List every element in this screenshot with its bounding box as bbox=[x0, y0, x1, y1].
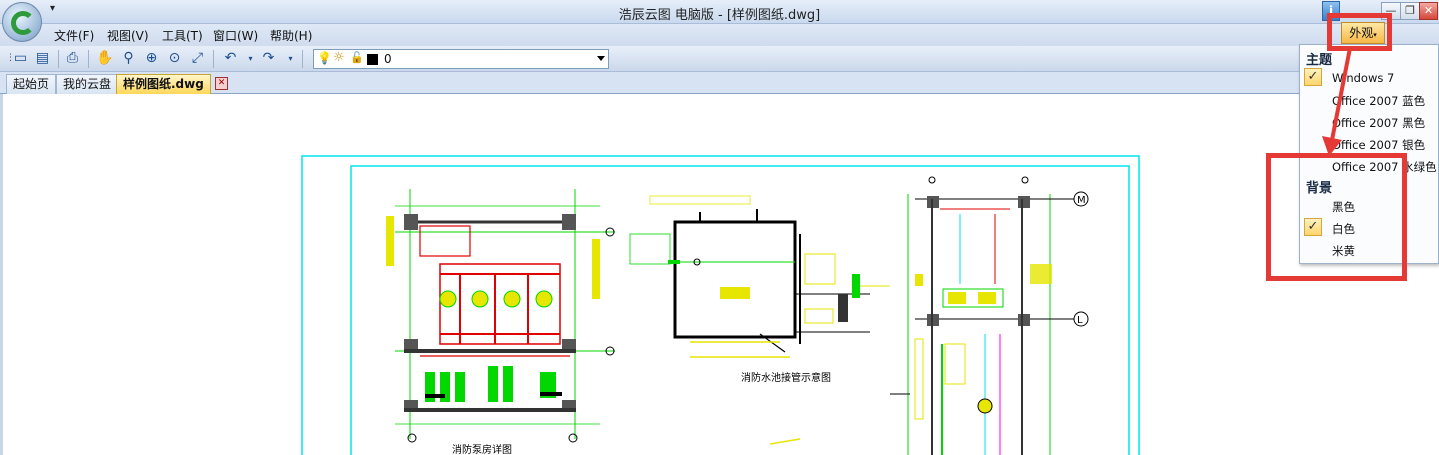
menu-bar: 文件(F) 视图(V) 工具(T) 窗口(W) 帮助(H) – ❐ ✕ bbox=[0, 24, 1439, 65]
chevron-down-icon[interactable] bbox=[597, 56, 605, 61]
background-option[interactable]: 米黄 bbox=[1332, 243, 1355, 259]
logo-g-icon bbox=[11, 11, 35, 35]
menu-file[interactable]: 文件(F) bbox=[54, 27, 94, 44]
maximize-button[interactable]: ❐ bbox=[1400, 2, 1420, 20]
pump-room-plan bbox=[386, 189, 615, 443]
appearance-label: 外观 bbox=[1349, 26, 1374, 40]
open-file-icon[interactable]: ▭ bbox=[12, 50, 29, 67]
lightbulb-icon: 💡 bbox=[317, 51, 332, 65]
toolbar-separator bbox=[58, 50, 59, 68]
app-window: ▾ 浩辰云图 电脑版 - [样例图纸.dwg] i — ❐ ✕ 文件(F) 视图… bbox=[0, 0, 1439, 455]
pan-hand-icon[interactable]: ✋ bbox=[96, 50, 113, 67]
tab-sample-drawing[interactable]: 样例图纸.dwg bbox=[116, 74, 211, 94]
zoom-extents-icon[interactable]: ⤢ bbox=[189, 50, 206, 67]
water-tank-section bbox=[629, 195, 870, 358]
menu-tools[interactable]: 工具(T) bbox=[162, 27, 203, 44]
axis-marker-l: L bbox=[1077, 315, 1083, 326]
undo-dropdown-icon[interactable]: ▾ bbox=[242, 50, 259, 67]
zoom-window-icon[interactable]: ⊙ bbox=[166, 50, 183, 67]
tab-my-cloud[interactable]: 我的云盘 bbox=[56, 74, 119, 94]
water-tank-label: 消防水池接管示意图 bbox=[741, 371, 831, 384]
save-as-icon[interactable]: ▤ bbox=[34, 50, 51, 67]
minimize-button[interactable]: — bbox=[1381, 2, 1401, 20]
background-option[interactable]: 黑色 bbox=[1332, 199, 1355, 215]
undo-icon[interactable]: ↶ bbox=[222, 50, 239, 67]
close-button[interactable]: ✕ bbox=[1419, 2, 1438, 20]
cad-drawing: 消防泵房详图 消防水池接管示意图 M L bbox=[301, 155, 1140, 455]
toolbar-separator bbox=[213, 50, 214, 68]
lock-icon: 🔓 bbox=[350, 51, 364, 64]
app-logo-button[interactable] bbox=[2, 2, 42, 42]
tab-start-page[interactable]: 起始页 bbox=[6, 74, 57, 94]
redo-icon[interactable]: ↷ bbox=[260, 50, 277, 67]
layer-selector[interactable]: 💡 ☼ 🔓 0 bbox=[313, 49, 609, 69]
tab-close-icon[interactable]: ✕ bbox=[215, 77, 228, 90]
menu-help[interactable]: 帮助(H) bbox=[270, 27, 312, 44]
toolbar-separator bbox=[302, 50, 303, 68]
layer-value: 0 bbox=[384, 52, 392, 66]
check-icon: ✓ bbox=[1304, 218, 1322, 236]
zoom-realtime-icon[interactable]: ⚲ bbox=[120, 50, 137, 67]
right-plan bbox=[907, 176, 1089, 455]
axis-marker-m: M bbox=[1077, 195, 1086, 206]
layer-color-swatch bbox=[367, 54, 378, 65]
print-icon[interactable]: ⎙ bbox=[64, 50, 81, 67]
background-option[interactable]: 白色 bbox=[1332, 221, 1355, 237]
annotation-arrow-icon bbox=[1322, 47, 1352, 156]
title-bar: ▾ 浩辰云图 电脑版 - [样例图纸.dwg] i — ❐ ✕ bbox=[0, 0, 1439, 24]
sun-icon: ☼ bbox=[333, 50, 345, 65]
theme-option[interactable]: Office 2007 水绿色 bbox=[1332, 159, 1437, 175]
toolbar: ⋮ ▭ ▤ ⎙ ✋ ⚲ ⊕ ⊙ ⤢ ↶ ▾ ↷ ▾ bbox=[0, 46, 1439, 72]
menu-view[interactable]: 视图(V) bbox=[107, 27, 149, 44]
info-button[interactable]: i bbox=[1322, 1, 1340, 21]
background-heading: 背景 bbox=[1306, 181, 1333, 196]
chevron-down-icon: ▾ bbox=[1373, 31, 1377, 39]
redo-dropdown-icon[interactable]: ▾ bbox=[282, 50, 299, 67]
zoom-in-icon[interactable]: ⊕ bbox=[143, 50, 160, 67]
toolbar-separator bbox=[88, 50, 89, 68]
menu-window[interactable]: 窗口(W) bbox=[213, 27, 258, 44]
pump-room-label: 消防泵房详图 bbox=[452, 443, 512, 455]
window-title: 浩辰云图 电脑版 - [样例图纸.dwg] bbox=[618, 8, 821, 23]
